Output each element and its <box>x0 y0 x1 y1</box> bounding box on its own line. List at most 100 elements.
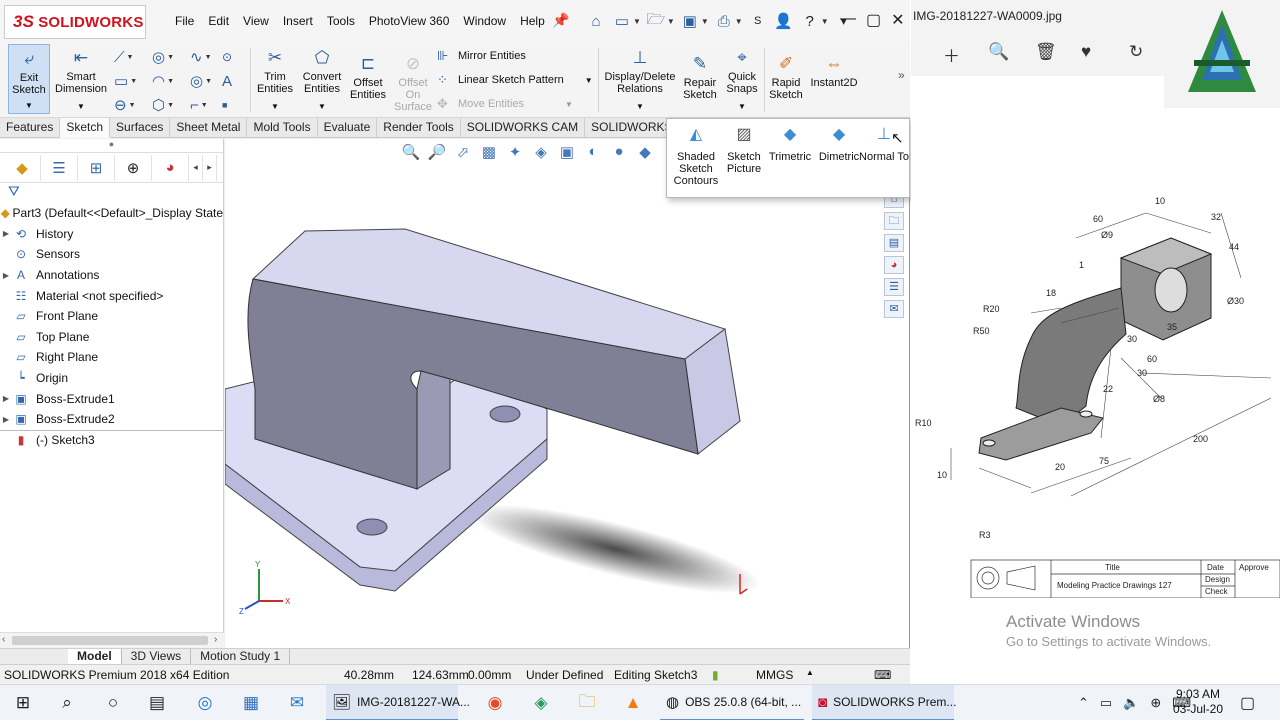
tabs-left-icon[interactable]: ◂ <box>189 154 203 181</box>
menu-tools[interactable]: Tools <box>320 14 362 28</box>
expand-arrow-icon[interactable]: ▶ <box>0 394 12 403</box>
scroll-right-icon[interactable]: › <box>214 634 217 645</box>
tree-node[interactable]: ⊙ Sensors <box>0 244 223 265</box>
taskbar-app-solidworks[interactable]: ◙ SOLIDWORKS Prem... <box>812 685 956 720</box>
maximize-icon[interactable]: ▢ <box>866 10 881 30</box>
store-icon[interactable]: ▦ <box>236 685 266 720</box>
new-dropdown-icon[interactable]: ▼ <box>633 17 641 26</box>
rapid-sketch-button[interactable]: ✐ Rapid Sketch <box>766 50 806 101</box>
tree-horizontal-scrollbar[interactable]: ‹ › <box>0 632 224 648</box>
tab-mold-tools[interactable]: Mold Tools <box>247 118 318 138</box>
design-library-icon[interactable]: 🗀 <box>884 212 904 230</box>
tree-node[interactable]: ▱ Right Plane <box>0 347 223 368</box>
text-icon[interactable]: A <box>222 72 248 90</box>
tree-node[interactable]: ▶ A Annotations <box>0 265 223 286</box>
taskbar-app-photos[interactable]: 🖼 IMG-20181227-WA... <box>326 685 470 720</box>
tab-motion-study[interactable]: Motion Study 1 <box>191 649 291 664</box>
display-manager-icon[interactable]: ◕ <box>152 154 189 181</box>
filter-icon[interactable]: ⛛ <box>0 183 223 203</box>
offset-on-surface-button[interactable]: ⊘ Offset On Surface <box>392 50 434 113</box>
delete-icon[interactable]: 🗑 <box>1035 42 1057 62</box>
tab-3d-views[interactable]: 3D Views <box>122 649 192 664</box>
taskbar-app-obs[interactable]: ◍ OBS 25.0.8 (64-bit, ... <box>660 685 804 720</box>
menu-window[interactable]: Window <box>456 14 513 28</box>
dimetric-button[interactable]: ◆ Dimetric <box>814 127 864 164</box>
trimetric-button[interactable]: ◆ Trimetric <box>765 127 815 164</box>
units-up-icon[interactable]: ▲ <box>806 668 814 677</box>
battery-icon[interactable]: ▭ <box>1100 695 1112 711</box>
sketch-picture-button[interactable]: ▨ Sketch Picture <box>719 127 769 176</box>
expand-arrow-icon[interactable]: ▶ <box>0 271 12 280</box>
offset-entities-button[interactable]: ⊏ Offset Entities <box>346 50 390 101</box>
save-icon[interactable]: ▣ <box>679 10 701 32</box>
tree-node[interactable]: ▶ ▣ Boss-Extrude2 <box>0 409 223 430</box>
fillet-icon[interactable]: ⌐ ▼ <box>190 96 216 114</box>
vlc-icon[interactable]: ▲ <box>618 685 648 720</box>
feature-manager-icon[interactable]: ◆ <box>4 154 41 181</box>
tree-node[interactable]: ▮ (-) Sketch3 <box>0 429 223 451</box>
rectangle-icon[interactable]: ▭ ▼ <box>114 72 140 90</box>
trim-entities-button[interactable]: ✂ Trim Entities ▼ <box>254 44 296 113</box>
units-selector[interactable]: MMGS <box>756 668 793 682</box>
edge-browser-icon[interactable]: ◎ <box>190 685 220 720</box>
cortana-icon[interactable]: ○ <box>98 685 128 720</box>
tree-node[interactable]: ▶ ▣ Boss-Extrude1 <box>0 388 223 409</box>
pin-menu-icon[interactable]: 📌 <box>552 12 569 29</box>
tree-splitter-handle[interactable]: ● <box>0 139 223 153</box>
start-windows-icon[interactable]: ⊞ <box>8 685 38 720</box>
shaded-sketch-contours-button[interactable]: ◭ Shaded Sketch Contours <box>671 127 721 188</box>
open-dropdown-icon[interactable]: ▼ <box>667 17 675 26</box>
smart-dimension-button[interactable]: ⇤ Smart Dimension ▼ <box>55 44 107 113</box>
centerline-icon[interactable]: ⊙ <box>222 48 248 66</box>
display-delete-relations-button[interactable]: ⊥ Display/Delete Relations ▼ <box>602 44 678 113</box>
tab-model[interactable]: Model <box>68 649 122 664</box>
expand-arrow-icon[interactable]: ▶ <box>0 415 12 424</box>
menu-file[interactable]: File <box>168 14 201 28</box>
show-hidden-icons-icon[interactable]: ⌃ <box>1078 695 1089 711</box>
tree-node[interactable]: ┕ Origin <box>0 368 223 389</box>
menu-insert[interactable]: Insert <box>276 14 320 28</box>
dimxpert-icon[interactable]: ⊕ <box>115 154 152 181</box>
menu-photoview[interactable]: PhotoView 360 <box>362 14 457 28</box>
help-dropdown-icon[interactable]: ▼ <box>821 17 829 26</box>
customize-status-icon[interactable]: ⌨ <box>874 668 891 682</box>
configuration-manager-icon[interactable]: ⊞ <box>78 154 115 181</box>
tab-sheet-metal[interactable]: Sheet Metal <box>170 118 248 138</box>
tab-render-tools[interactable]: Render Tools <box>377 118 461 138</box>
print-dropdown-icon[interactable]: ▼ <box>735 17 743 26</box>
app-green-icon[interactable]: ◈ <box>526 685 556 720</box>
repair-sketch-button[interactable]: ✎ Repair Sketch <box>680 50 720 101</box>
print-icon[interactable]: ⎙ <box>713 10 735 32</box>
home-icon[interactable]: ⌂ <box>585 10 607 32</box>
mail-icon[interactable]: ✉ <box>282 685 312 720</box>
new-document-icon[interactable]: ▭ <box>611 10 633 32</box>
ellipse-icon[interactable]: ◎ ▼ <box>190 72 216 90</box>
property-manager-icon[interactable]: ☰ <box>41 154 78 181</box>
tab-surfaces[interactable]: Surfaces <box>110 118 171 138</box>
open-folder-icon[interactable]: 🗁 <box>645 10 667 32</box>
search-icon[interactable]: ⌕ <box>52 685 82 720</box>
quick-snaps-button[interactable]: ⌖ Quick Snaps ▼ <box>722 44 762 113</box>
favorite-heart-icon[interactable]: ♥ <box>1081 42 1091 62</box>
minimize-icon[interactable]: — <box>840 10 856 30</box>
menu-view[interactable]: View <box>236 14 276 28</box>
rebuild-icon[interactable]: ▮ <box>712 668 719 682</box>
scroll-thumb[interactable] <box>12 636 208 645</box>
circle-icon[interactable]: ◎ ▼ <box>152 48 178 66</box>
solidworks-logo[interactable]: 3S SOLIDWORKS <box>4 5 146 39</box>
tree-node-part[interactable]: ◆ Part3 (Default<<Default>_Display State <box>0 203 223 224</box>
add-icon[interactable]: ＋ <box>943 42 960 67</box>
chrome-icon[interactable]: ◉ <box>480 685 510 720</box>
menu-edit[interactable]: Edit <box>201 14 236 28</box>
polygon-icon[interactable]: ⬡ ▼ <box>152 96 178 114</box>
action-center-icon[interactable]: ▢ <box>1240 693 1255 713</box>
custom-properties-icon[interactable]: ☰ <box>884 278 904 296</box>
volume-icon[interactable]: 🔈 <box>1123 695 1139 711</box>
tab-evaluate[interactable]: Evaluate <box>318 118 378 138</box>
file-explorer-icon[interactable]: 🗀 <box>572 685 602 720</box>
line-icon[interactable]: ⟋ ▼ <box>114 48 140 66</box>
tree-node[interactable]: ▱ Front Plane <box>0 306 223 327</box>
slot-icon[interactable]: ⊖ ▼ <box>114 96 140 114</box>
scroll-left-icon[interactable]: ‹ <box>2 634 5 645</box>
arc-icon[interactable]: ◠ ▼ <box>152 72 178 90</box>
